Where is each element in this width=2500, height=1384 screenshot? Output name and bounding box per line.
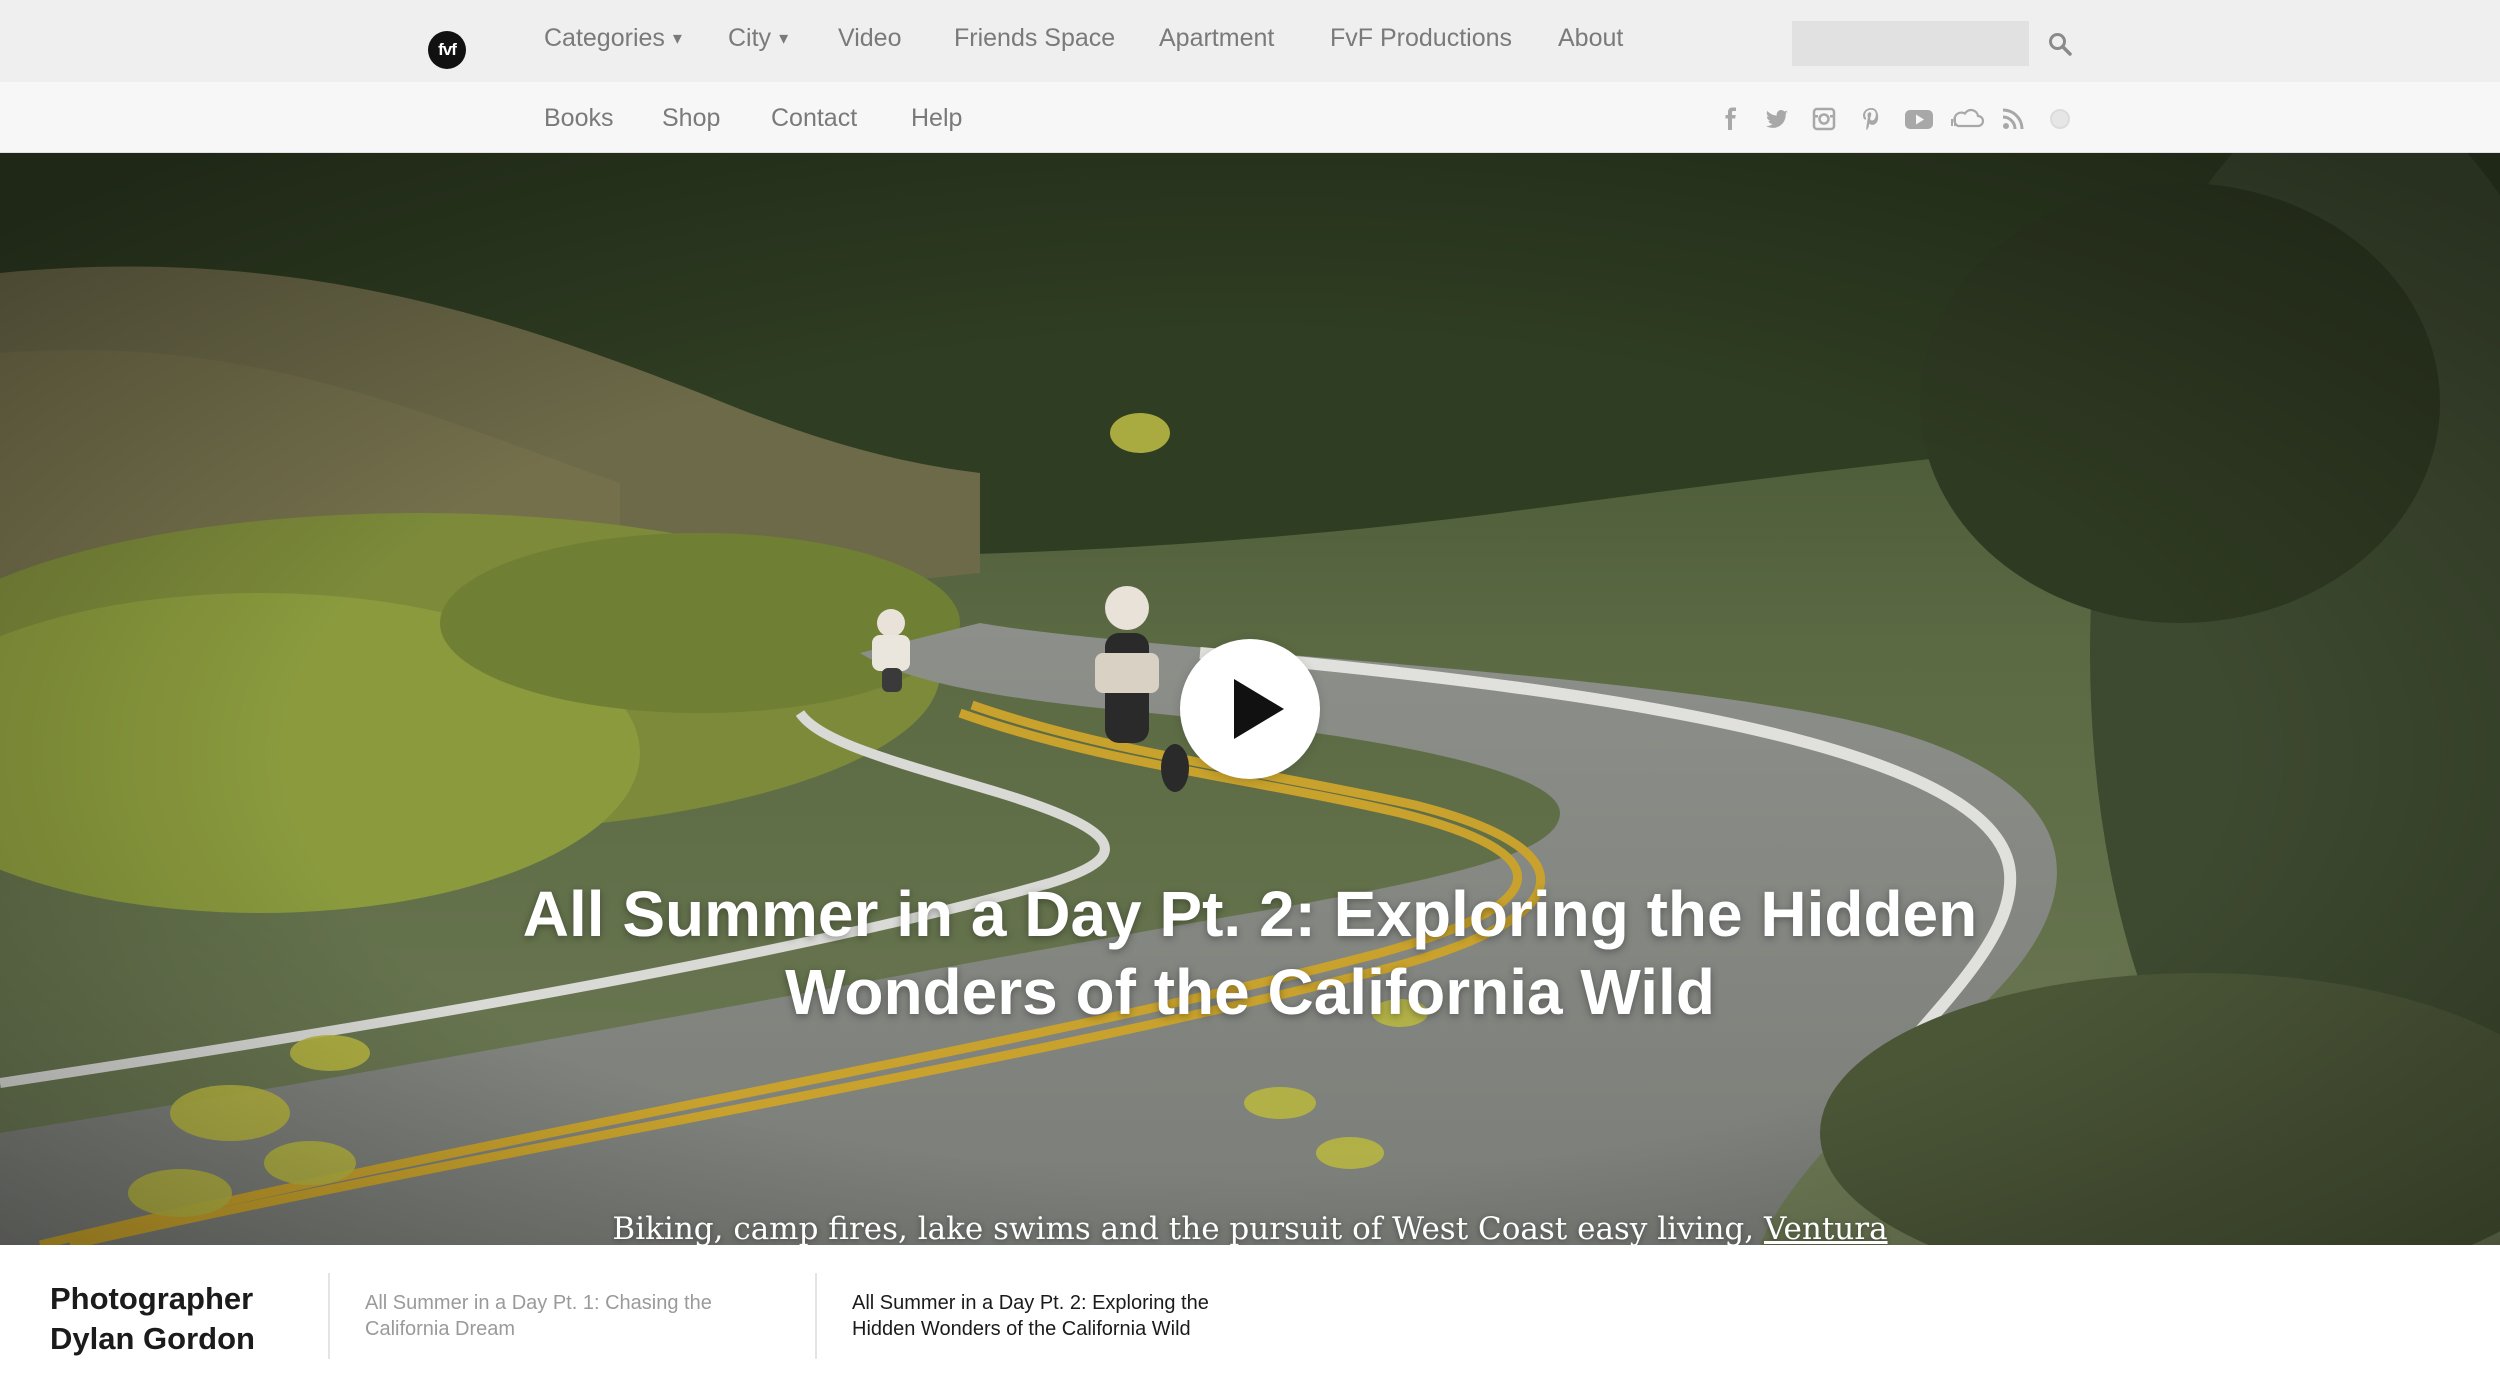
secondary-navigation-bar: Books Shop Contact Help	[0, 82, 2500, 153]
nav-item-fvf-productions[interactable]: FvF Productions	[1330, 24, 1512, 53]
nav-item-video[interactable]: Video	[838, 24, 902, 53]
twitter-icon[interactable]	[1764, 106, 1790, 132]
related-article-link-pt2[interactable]: All Summer in a Day Pt. 2: Exploring the…	[852, 1290, 1272, 1342]
play-icon	[1234, 679, 1284, 739]
subnav-item-help[interactable]: Help	[911, 104, 962, 133]
nav-item-categories[interactable]: Categories ▾	[544, 24, 682, 53]
location-link[interactable]: Ventura	[1764, 1211, 1888, 1245]
article-title: All Summer in a Day Pt. 2: Exploring the…	[522, 878, 1978, 1028]
nav-item-label: City	[728, 24, 772, 52]
soundcloud-icon[interactable]	[1950, 106, 1984, 132]
nav-item-label: Categories	[544, 24, 665, 52]
subtitle-text: Biking, camp fires, lake swims and the p…	[612, 1211, 1755, 1245]
divider	[328, 1273, 330, 1359]
chevron-down-icon: ▾	[779, 28, 789, 48]
credit-role: Photographer	[50, 1281, 254, 1316]
youtube-icon[interactable]	[1904, 106, 1934, 132]
facebook-icon[interactable]	[1718, 106, 1744, 132]
play-button[interactable]	[1180, 639, 1320, 779]
search-input[interactable]	[1792, 21, 2029, 66]
related-article-link-pt1[interactable]: All Summer in a Day Pt. 1: Chasing the C…	[365, 1290, 785, 1342]
subnav-item-shop[interactable]: Shop	[662, 104, 720, 133]
top-navigation-bar: fvf Categories ▾ City ▾ Video Friends Spac…	[0, 0, 2500, 82]
chevron-down-icon: ▾	[672, 28, 682, 48]
instagram-icon[interactable]	[1811, 106, 1837, 132]
subnav-item-books[interactable]: Books	[544, 104, 613, 133]
search-icon[interactable]	[2047, 31, 2073, 57]
credit-name: Dylan Gordon	[50, 1321, 255, 1356]
article-series-strip: Photographer Dylan Gordon All Summer in …	[0, 1245, 2500, 1384]
nav-item-apartment[interactable]: Apartment	[1159, 24, 1274, 53]
hero-video[interactable]: All Summer in a Day Pt. 2: Exploring the…	[0, 153, 2500, 1245]
photographer-credit: Photographer Dylan Gordon	[50, 1279, 255, 1359]
fvf-logo[interactable]: fvf	[428, 31, 466, 69]
nav-item-about[interactable]: About	[1558, 24, 1623, 53]
article-subtitle: Biking, camp fires, lake swims and the p…	[450, 1211, 2050, 1245]
nav-item-friends-space[interactable]: Friends Space	[954, 24, 1115, 53]
pinterest-icon[interactable]	[1858, 106, 1884, 132]
circle-icon[interactable]	[2047, 106, 2073, 132]
nav-item-city[interactable]: City ▾	[728, 24, 788, 53]
subnav-item-contact[interactable]: Contact	[771, 104, 857, 133]
divider	[815, 1273, 817, 1359]
rss-icon[interactable]	[2000, 106, 2026, 132]
